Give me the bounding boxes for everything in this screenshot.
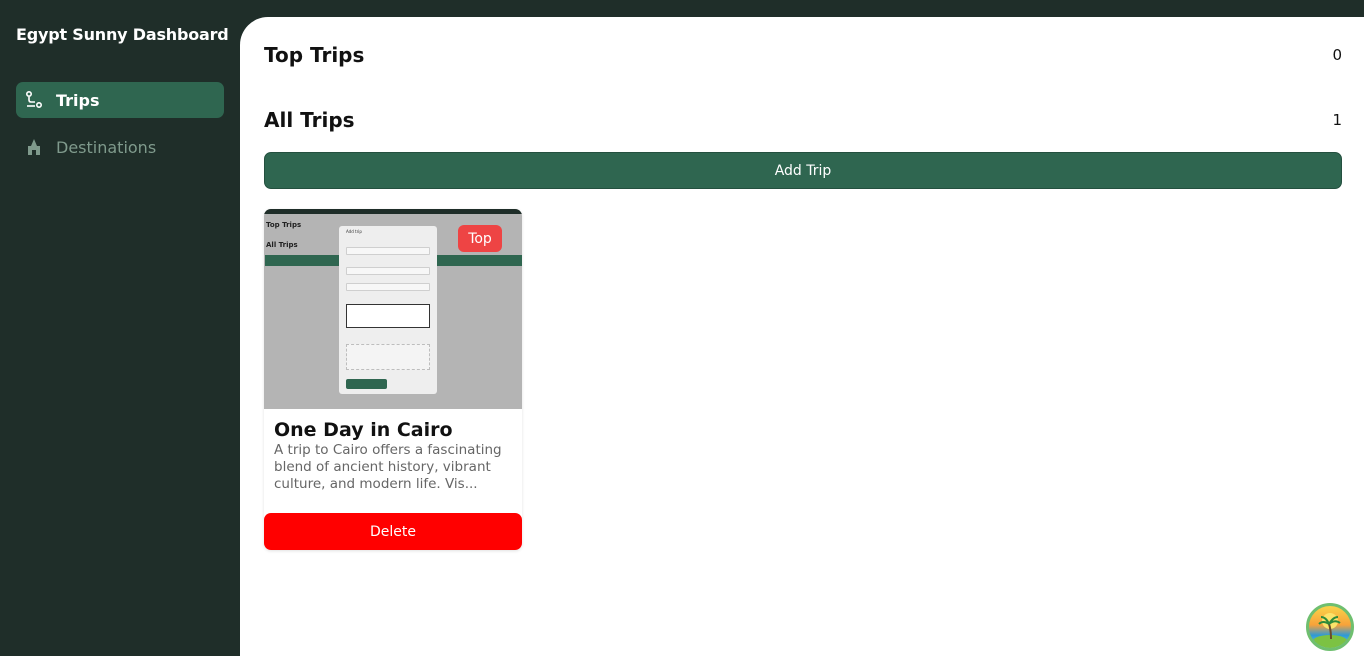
thumbnail-topbar <box>264 209 522 214</box>
top-badge-button[interactable]: Top <box>458 225 502 252</box>
sidebar: Egypt Sunny Dashboard Trips Destinations <box>0 0 240 656</box>
thumbnail-all-trips-text: All Trips <box>266 241 298 249</box>
sidebar-item-trips[interactable]: Trips <box>16 82 224 118</box>
thumbnail-dropzone <box>346 344 430 370</box>
all-trips-header: All Trips 1 <box>264 108 1342 132</box>
trip-description: A trip to Cairo offers a fascinating ble… <box>274 442 502 492</box>
thumbnail-button <box>346 379 387 389</box>
landmark-icon <box>24 137 44 157</box>
top-trips-count: 0 <box>1332 46 1342 64</box>
all-trips-title: All Trips <box>264 108 355 132</box>
top-trips-title: Top Trips <box>264 43 365 67</box>
brand-title: Egypt Sunny Dashboard <box>16 25 229 44</box>
sidebar-item-destinations[interactable]: Destinations <box>16 129 224 165</box>
main-panel: Top Trips 0 All Trips 1 Add Trip Top Tri… <box>240 17 1364 656</box>
trip-thumbnail: Top Trips All Trips Add trip Top <box>264 209 522 409</box>
thumbnail-modal: Add trip <box>339 226 437 394</box>
thumbnail-field <box>346 283 430 291</box>
top-trips-header: Top Trips 0 <box>264 43 1342 67</box>
thumbnail-field <box>346 267 430 275</box>
delete-trip-button[interactable]: Delete <box>264 513 522 550</box>
add-trip-button[interactable]: Add Trip <box>264 152 1342 189</box>
thumbnail-top-trips-text: Top Trips <box>266 221 302 229</box>
all-trips-count: 1 <box>1332 111 1342 129</box>
thumbnail-modal-title: Add trip <box>346 229 362 234</box>
sidebar-item-label: Trips <box>56 90 100 110</box>
thumbnail-field <box>346 247 430 255</box>
trip-title: One Day in Cairo <box>274 419 453 441</box>
route-icon <box>24 90 44 110</box>
thumbnail-textarea <box>346 304 430 328</box>
sidebar-item-label: Destinations <box>56 137 157 157</box>
trip-card: Top Trips All Trips Add trip Top One Day… <box>264 209 522 550</box>
palm-sun-logo-icon[interactable] <box>1306 603 1354 651</box>
